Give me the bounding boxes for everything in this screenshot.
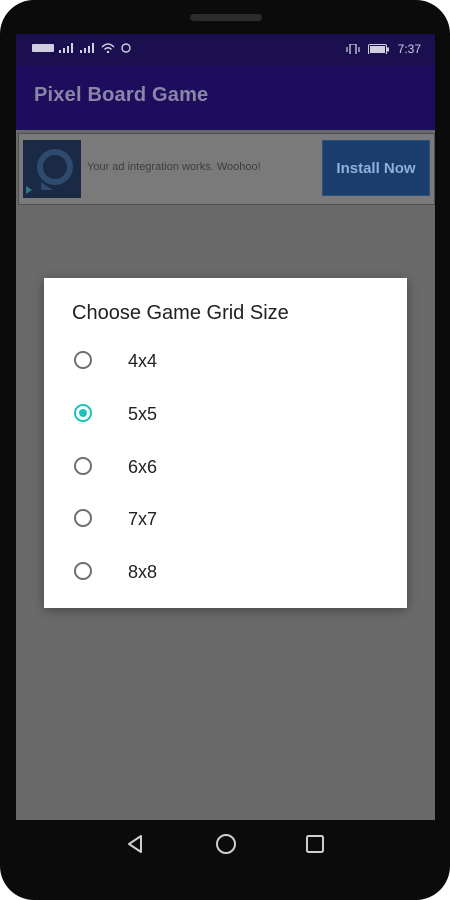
option-label: 6x6 <box>128 457 158 477</box>
option-7x7[interactable]: 7x7 <box>44 494 407 546</box>
status-time: 7:37 <box>397 42 421 56</box>
signal-icon <box>80 43 94 53</box>
back-icon[interactable] <box>124 832 148 856</box>
option-4x4[interactable]: 4x4 <box>44 336 407 388</box>
app-bar: Pixel Board Game <box>16 66 435 130</box>
phone-frame: 7:37 Pixel Board Game Your ad integratio… <box>0 0 450 900</box>
ad-banner[interactable]: Your ad integration works. Woohoo! Insta… <box>18 133 435 205</box>
dialog-title: Choose Game Grid Size <box>72 302 289 324</box>
radio-button[interactable] <box>74 351 92 369</box>
option-label: 4x4 <box>128 351 158 371</box>
option-6x6[interactable]: 6x6 <box>44 442 407 494</box>
radio-button[interactable] <box>74 509 92 527</box>
option-8x8[interactable]: 8x8 <box>44 547 407 599</box>
vibrate-icon <box>346 44 360 54</box>
battery-icon <box>367 44 389 54</box>
status-right-icons: 7:37 <box>346 42 421 56</box>
radio-button[interactable] <box>74 562 92 580</box>
notification-icon <box>121 43 131 53</box>
radio-button[interactable] <box>74 457 92 475</box>
ad-logo-graphic <box>23 140 81 198</box>
home-icon[interactable] <box>214 832 238 856</box>
app-title: Pixel Board Game <box>34 84 209 106</box>
option-label: 7x7 <box>128 509 158 529</box>
option-5x5[interactable]: 5x5 <box>44 389 407 441</box>
install-now-button[interactable]: Install Now <box>322 140 430 196</box>
grid-size-dialog: Choose Game Grid Size 4x4 5x5 6x6 7x7 8x… <box>44 278 407 608</box>
status-bar: 7:37 <box>16 34 435 66</box>
carrier-icon <box>32 44 54 52</box>
screen: 7:37 Pixel Board Game Your ad integratio… <box>16 34 435 820</box>
status-left-icons <box>32 43 132 53</box>
earpiece-speaker <box>190 14 262 21</box>
ad-logo-icon <box>23 140 81 198</box>
wifi-icon <box>101 43 115 53</box>
navigation-bar <box>0 820 450 900</box>
option-label: 8x8 <box>128 562 158 582</box>
ad-text: Your ad integration works. Woohoo! <box>87 161 261 173</box>
signal-icon <box>59 43 73 53</box>
option-label: 5x5 <box>128 404 158 424</box>
recents-icon[interactable] <box>303 832 327 856</box>
radio-button-selected[interactable] <box>74 404 92 422</box>
